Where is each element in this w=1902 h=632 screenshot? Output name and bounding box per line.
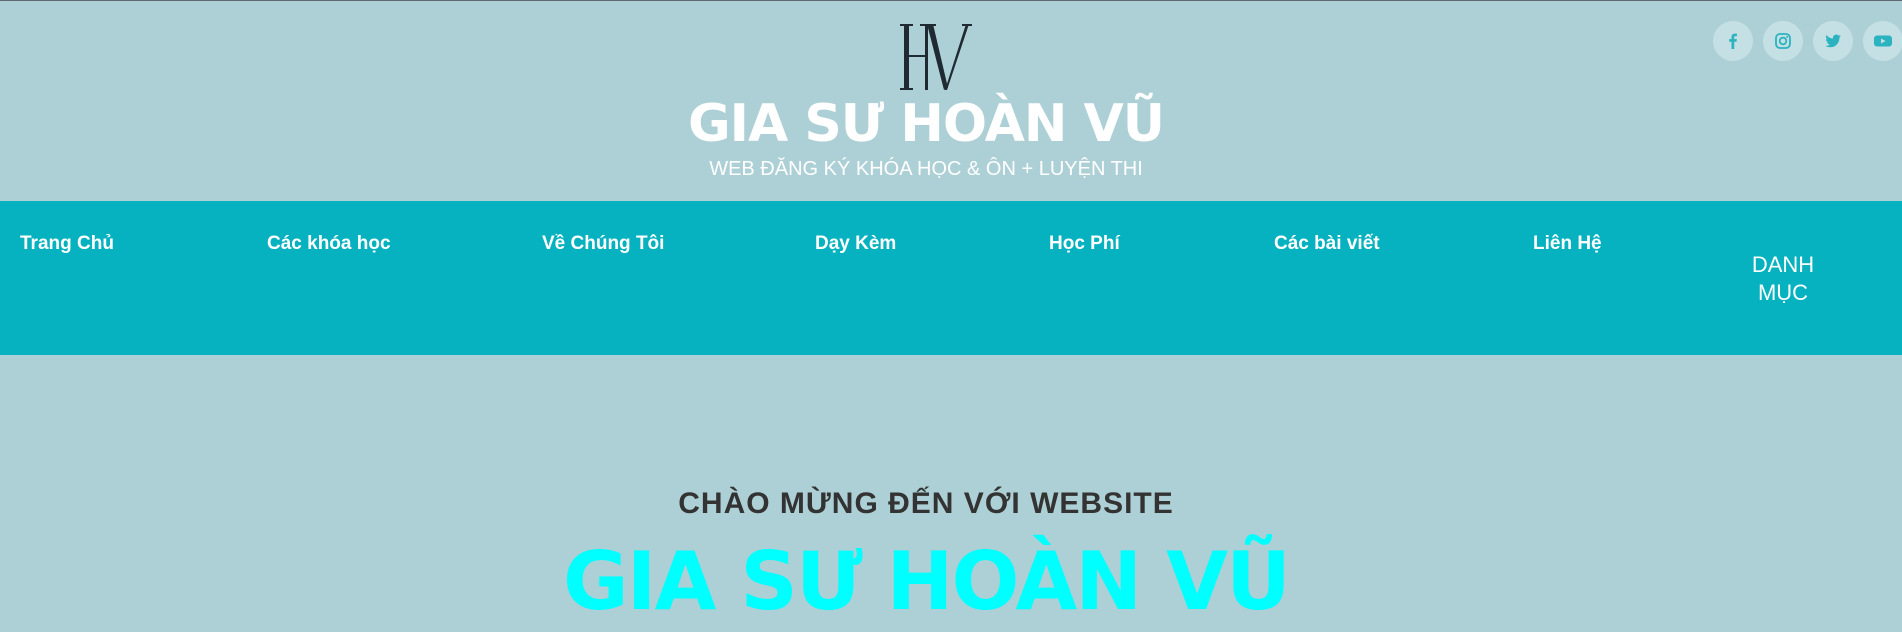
- instagram-link[interactable]: [1763, 21, 1803, 61]
- hero-subtitle: CHÀO MỪNG ĐẾN VỚI WEBSITE: [678, 487, 1174, 520]
- hv-monogram-logo[interactable]: [900, 22, 972, 92]
- hero-title: GIA SƯ HOÀN VŨ: [563, 535, 1291, 628]
- nav-item-lien-he[interactable]: Liên Hệ: [1533, 232, 1602, 256]
- nav-item-trang-chu[interactable]: Trang Chủ: [20, 232, 114, 256]
- twitter-icon: [1825, 34, 1841, 48]
- site-tagline: WEB ĐĂNG KÝ KHÓA HỌC & ÔN + LUYỆN THI: [709, 158, 1143, 180]
- facebook-icon: [1729, 33, 1737, 49]
- category-menu-button[interactable]: DANH MỤC: [1733, 251, 1833, 307]
- site-header: GIA SƯ HOÀN VŨ WEB ĐĂNG KÝ KHÓA HỌC & ÔN…: [0, 0, 1902, 201]
- site-title[interactable]: GIA SƯ HOÀN VŨ: [0, 88, 1852, 160]
- nav-item-day-kem[interactable]: Dạy Kèm: [815, 232, 896, 256]
- twitter-link[interactable]: [1813, 21, 1853, 61]
- nav-item-cac-bai-viet[interactable]: Các bài viết: [1274, 232, 1380, 256]
- instagram-icon: [1775, 33, 1791, 49]
- nav-item-ve-chung-toi[interactable]: Về Chúng Tôi: [542, 232, 664, 256]
- nav-item-hoc-phi[interactable]: Học Phí: [1049, 232, 1120, 256]
- logo-mark-graphic: [900, 24, 972, 90]
- category-menu-label-line1: DANH: [1751, 252, 1815, 277]
- youtube-link[interactable]: [1863, 21, 1902, 61]
- category-menu-label-line2: MỤC: [1757, 280, 1809, 305]
- youtube-icon: [1874, 35, 1892, 47]
- nav-item-cac-khoa-hoc[interactable]: Các khóa học: [267, 232, 391, 256]
- facebook-link[interactable]: [1713, 21, 1753, 61]
- main-navigation: Trang Chủ Các khóa học Về Chúng Tôi Dạy …: [0, 201, 1902, 355]
